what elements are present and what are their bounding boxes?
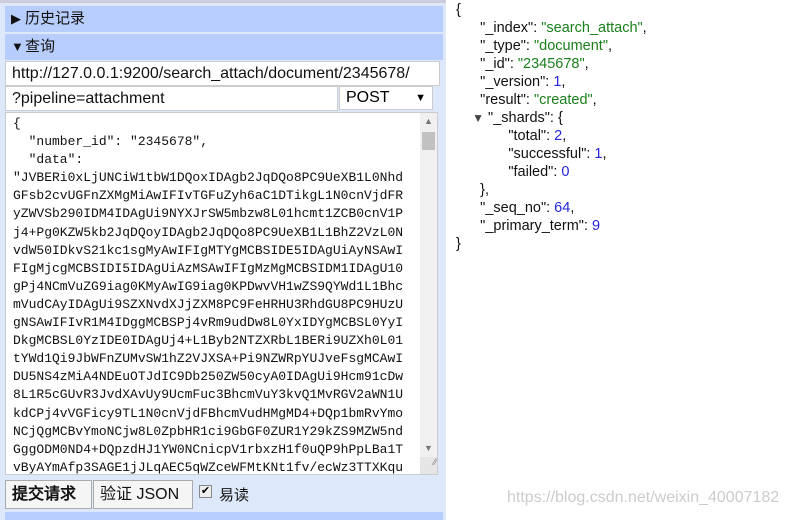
scroll-up-icon[interactable]: ▲ — [420, 113, 437, 130]
pretty-checkbox[interactable]: ✔ — [199, 485, 212, 498]
collapse-triangle-icon[interactable]: ▼ — [472, 111, 484, 125]
query-section-header[interactable]: ▼查询 — [5, 34, 443, 60]
request-body-textarea[interactable]: { "number_id": "2345678", "data": "JVBER… — [5, 112, 438, 475]
brace: } — [456, 236, 461, 252]
field-total: "total": 2, — [456, 128, 567, 144]
scroll-down-icon[interactable]: ▼ — [420, 440, 437, 457]
response-viewer: { "_index": "search_attach", "_type": "d… — [456, 1, 647, 253]
brace: { — [456, 2, 461, 18]
field-type: "_type": "document", — [456, 38, 613, 54]
field-result: "result": "created", — [456, 92, 597, 108]
request-body-text: { "number_id": "2345678", "data": "JVBER… — [13, 116, 404, 475]
field-failed: "failed": 0 — [456, 164, 570, 180]
pretty-label: 易读 — [219, 487, 250, 504]
url-input[interactable]: http://127.0.0.1:9200/search_attach/docu… — [5, 61, 440, 86]
resize-grip-icon[interactable]: ⁄⁄ — [420, 457, 437, 474]
next-section-header[interactable] — [5, 512, 443, 520]
field-version: "_version": 1, — [456, 74, 566, 90]
field-successful: "successful": 1, — [456, 146, 607, 162]
shards-close: }, — [480, 182, 490, 198]
path-input[interactable]: ?pipeline=attachment — [5, 86, 338, 111]
watermark: https://blog.csdn.net/weixin_40007182 — [507, 489, 780, 506]
submit-request-button[interactable]: 提交请求 — [5, 480, 92, 509]
query-panel: ▶ 历史记录 ▼查询 http://127.0.0.1:9200/search_a… — [0, 0, 446, 520]
textarea-scrollbar[interactable]: ▲ ▼ ⁄⁄ — [420, 113, 437, 474]
field-id: "_id": "2345678", — [456, 56, 589, 72]
dropdown-arrow-icon: ▼ — [415, 92, 426, 104]
triangle-right-icon: ▶ — [11, 11, 21, 26]
field-index: "_index": "search_attach", — [456, 20, 647, 36]
field-seq-no: "_seq_no": 64, — [456, 200, 575, 216]
method-select[interactable]: POST ▼ — [339, 86, 433, 110]
triangle-down-icon: ▼ — [11, 39, 24, 54]
history-section-header[interactable]: ▶ 历史记录 — [5, 6, 443, 32]
field-primary-term: "_primary_term": 9 — [456, 218, 601, 234]
tab-strip — [0, 0, 446, 3]
scrollbar-thumb[interactable] — [422, 132, 435, 150]
validate-json-button[interactable]: 验证 JSON — [93, 480, 193, 509]
field-shards[interactable]: ▼ "_shards": { — [456, 109, 647, 127]
